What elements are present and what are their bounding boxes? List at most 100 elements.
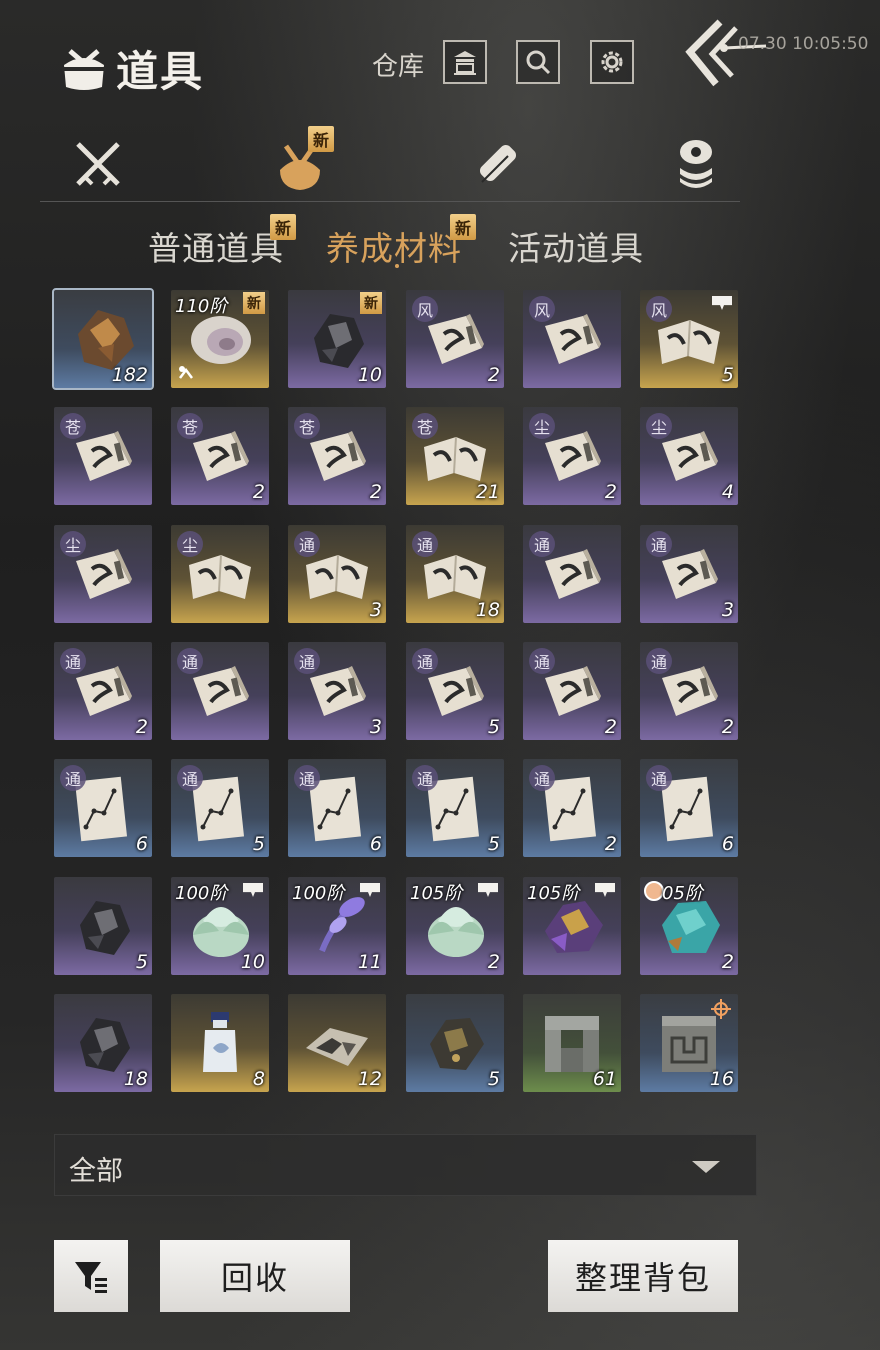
warehouse-button[interactable] — [443, 40, 487, 84]
item-slot[interactable]: 苍 — [54, 407, 152, 505]
item-slot[interactable]: 通 — [171, 642, 269, 740]
item-count: 10 — [240, 951, 265, 973]
item-tier: 100阶 — [175, 883, 228, 904]
school-glyph: 通 — [60, 765, 86, 791]
upgrade-arrow-icon — [179, 366, 193, 379]
sort-bag-button[interactable]: 整理背包 — [548, 1240, 738, 1312]
item-slot[interactable]: 尘4 — [640, 407, 738, 505]
item-tier: 110阶 — [175, 296, 228, 317]
item-slot[interactable]: 通6 — [288, 759, 386, 857]
item-slot[interactable]: 苍2 — [171, 407, 269, 505]
item-tier: 05阶 — [662, 883, 703, 904]
item-slot[interactable]: 尘 — [171, 525, 269, 623]
item-slot[interactable]: 通2 — [640, 642, 738, 740]
item-slot[interactable]: 61 — [523, 994, 621, 1092]
item-slot[interactable]: 110阶新 — [171, 290, 269, 388]
school-glyph: 通 — [177, 765, 203, 791]
item-slot[interactable]: 通2 — [523, 759, 621, 857]
school-glyph: 通 — [529, 531, 555, 557]
item-slot[interactable]: 182 — [52, 288, 154, 390]
clock-readout: 07.30 10:05:50 — [738, 34, 869, 54]
item-slot[interactable]: 通3 — [640, 525, 738, 623]
item-slot[interactable]: 100阶 10 — [171, 877, 269, 975]
item-slot[interactable]: 通6 — [640, 759, 738, 857]
school-glyph: 通 — [646, 648, 672, 674]
item-slot[interactable]: 通5 — [406, 642, 504, 740]
category-items[interactable]: 新 — [272, 126, 334, 194]
school-glyph: 风 — [529, 296, 555, 322]
school-glyph: 风 — [646, 296, 672, 322]
tab-event-items[interactable]: 活动道具 — [508, 222, 644, 270]
new-badge: 新 — [308, 126, 334, 152]
search-icon — [526, 50, 551, 75]
item-count: 12 — [357, 1068, 382, 1090]
school-glyph: 通 — [529, 765, 555, 791]
school-glyph: 通 — [177, 648, 203, 674]
item-count: 2 — [487, 364, 500, 386]
back-arrow-icon[interactable] — [680, 18, 770, 90]
item-slot[interactable]: 100阶 11 — [288, 877, 386, 975]
filter-dropdown[interactable]: 全部 — [54, 1134, 757, 1196]
item-count: 2 — [252, 481, 265, 503]
item-slot[interactable]: 05阶 2 — [640, 877, 738, 975]
item-slot[interactable]: 通2 — [523, 642, 621, 740]
item-count: 18 — [123, 1068, 148, 1090]
search-button[interactable] — [516, 40, 560, 84]
item-slot[interactable]: 通5 — [171, 759, 269, 857]
school-glyph: 风 — [412, 296, 438, 322]
item-slot[interactable]: 风5 — [640, 290, 738, 388]
ore-dark-icon — [80, 901, 130, 955]
item-slot[interactable]: 苍 21 — [406, 407, 504, 505]
school-glyph: 苍 — [60, 413, 86, 439]
item-slot[interactable]: 风2 — [406, 290, 504, 388]
item-slot[interactable]: 12 — [288, 994, 386, 1092]
item-slot[interactable]: 105阶 — [523, 877, 621, 975]
warehouse-label: 仓库 — [372, 52, 425, 82]
tab-growth-materials[interactable]: 养成材料 — [326, 222, 462, 270]
item-slot[interactable]: 通3 — [288, 525, 386, 623]
school-glyph: 通 — [412, 648, 438, 674]
item-count: 5 — [135, 951, 148, 973]
item-count: 2 — [721, 716, 734, 738]
scroll-icon — [479, 144, 517, 183]
category-weapons[interactable] — [70, 134, 126, 194]
new-badge: 新 — [450, 214, 476, 240]
item-slot[interactable]: 16 — [640, 994, 738, 1092]
item-slot[interactable]: 尘2 — [523, 407, 621, 505]
item-count: 3 — [721, 599, 734, 621]
item-slot[interactable]: 通3 — [288, 642, 386, 740]
crosshair-icon — [711, 999, 731, 1019]
item-count: 2 — [604, 716, 617, 738]
item-slot[interactable]: 尘 — [54, 525, 152, 623]
tab-common-items[interactable]: 普通道具 — [148, 222, 284, 270]
item-count: 5 — [487, 716, 500, 738]
item-tier: 105阶 — [527, 883, 580, 904]
item-slot[interactable]: 通6 — [54, 759, 152, 857]
category-scrolls[interactable] — [468, 134, 524, 194]
filter-button[interactable] — [54, 1240, 128, 1312]
category-materials[interactable] — [668, 134, 724, 194]
item-slot[interactable]: 风 — [523, 290, 621, 388]
item-slot[interactable]: 通 18 — [406, 525, 504, 623]
item-count: 21 — [475, 481, 500, 503]
item-slot[interactable]: 新 10 — [288, 290, 386, 388]
item-slot[interactable]: 苍2 — [288, 407, 386, 505]
item-count: 4 — [721, 481, 734, 503]
item-slot[interactable]: 通5 — [406, 759, 504, 857]
item-count: 2 — [604, 833, 617, 855]
warehouse-icon — [454, 51, 476, 75]
item-slot[interactable]: 18 — [54, 994, 152, 1092]
school-glyph: 通 — [294, 765, 320, 791]
item-slot[interactable]: 通 — [523, 525, 621, 623]
school-glyph: 通 — [294, 531, 320, 557]
recycle-button[interactable]: 回收 — [160, 1240, 350, 1312]
settings-button[interactable] — [590, 40, 634, 84]
item-slot[interactable]: 通2 — [54, 642, 152, 740]
item-slot[interactable]: 5 — [406, 994, 504, 1092]
item-slot[interactable]: 5 — [54, 877, 152, 975]
item-slot[interactable]: 8 — [171, 994, 269, 1092]
item-count: 3 — [369, 599, 382, 621]
item-count: 2 — [135, 716, 148, 738]
item-count: 5 — [721, 364, 734, 386]
item-slot[interactable]: 105阶 2 — [406, 877, 504, 975]
